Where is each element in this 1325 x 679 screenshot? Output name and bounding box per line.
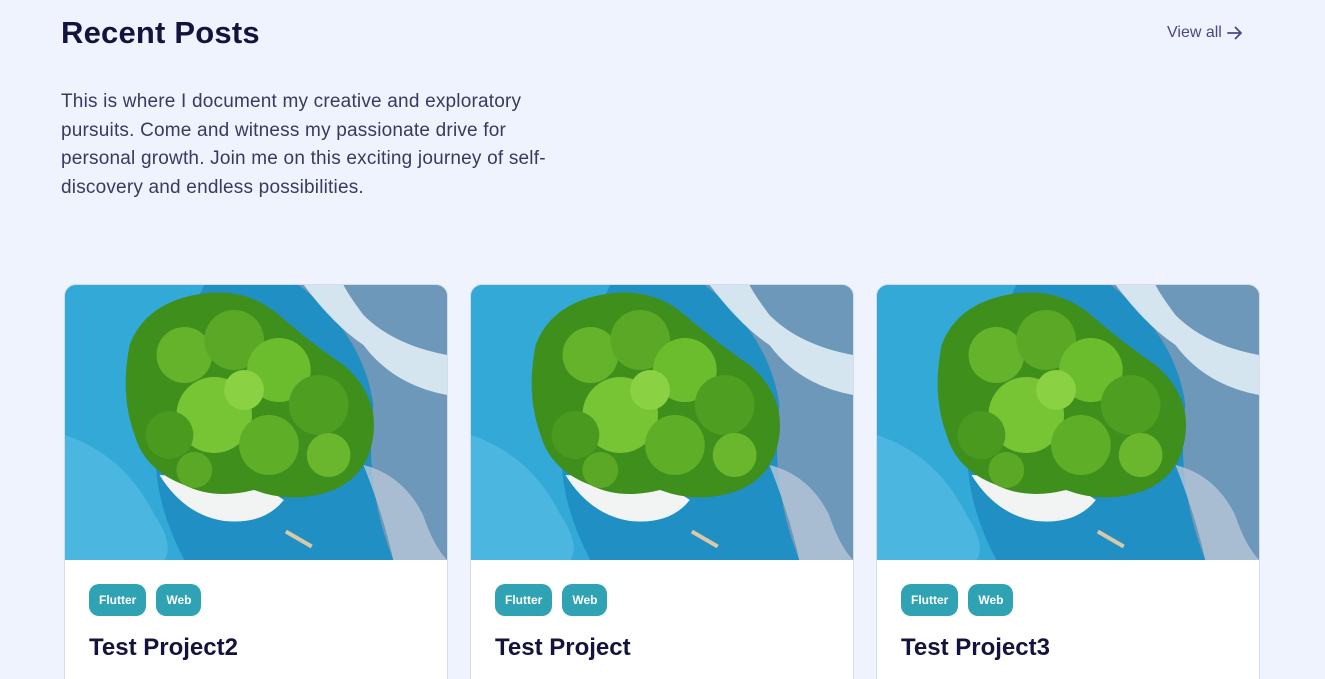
post-cards: Flutter Web Test Project2 Flutter Web Te… [64,284,1260,679]
post-card-body: Flutter Web Test Project3 [877,560,1259,662]
tag-flutter[interactable]: Flutter [901,584,959,616]
tag-flutter[interactable]: Flutter [89,584,147,616]
recent-posts-section: Recent Posts View all This is where I do… [0,0,1325,679]
post-card[interactable]: Flutter Web Test Project2 [64,284,448,679]
tag-flutter[interactable]: Flutter [495,584,553,616]
post-title[interactable]: Test Project [495,634,829,662]
tag-web[interactable]: Web [968,584,1014,616]
arrow-right-icon [1226,26,1242,40]
view-all-link[interactable]: View all [1167,24,1244,42]
post-title[interactable]: Test Project2 [89,634,423,662]
post-tags: Flutter Web [901,584,1235,616]
intro-text: This is where I document my creative and… [61,91,546,198]
post-thumbnail [471,285,853,560]
post-tags: Flutter Web [495,584,829,616]
tag-web[interactable]: Web [562,584,608,616]
post-card-body: Flutter Web Test Project2 [65,560,447,662]
post-title[interactable]: Test Project3 [901,634,1235,662]
post-thumbnail [65,285,447,560]
view-all-label: View all [1167,24,1222,41]
post-card-body: Flutter Web Test Project [471,560,853,662]
post-card[interactable]: Flutter Web Test Project3 [876,284,1260,679]
post-card[interactable]: Flutter Web Test Project [470,284,854,679]
post-thumbnail [877,285,1259,560]
tag-web[interactable]: Web [156,584,202,616]
post-tags: Flutter Web [89,584,423,616]
page-title: Recent Posts [61,15,260,50]
